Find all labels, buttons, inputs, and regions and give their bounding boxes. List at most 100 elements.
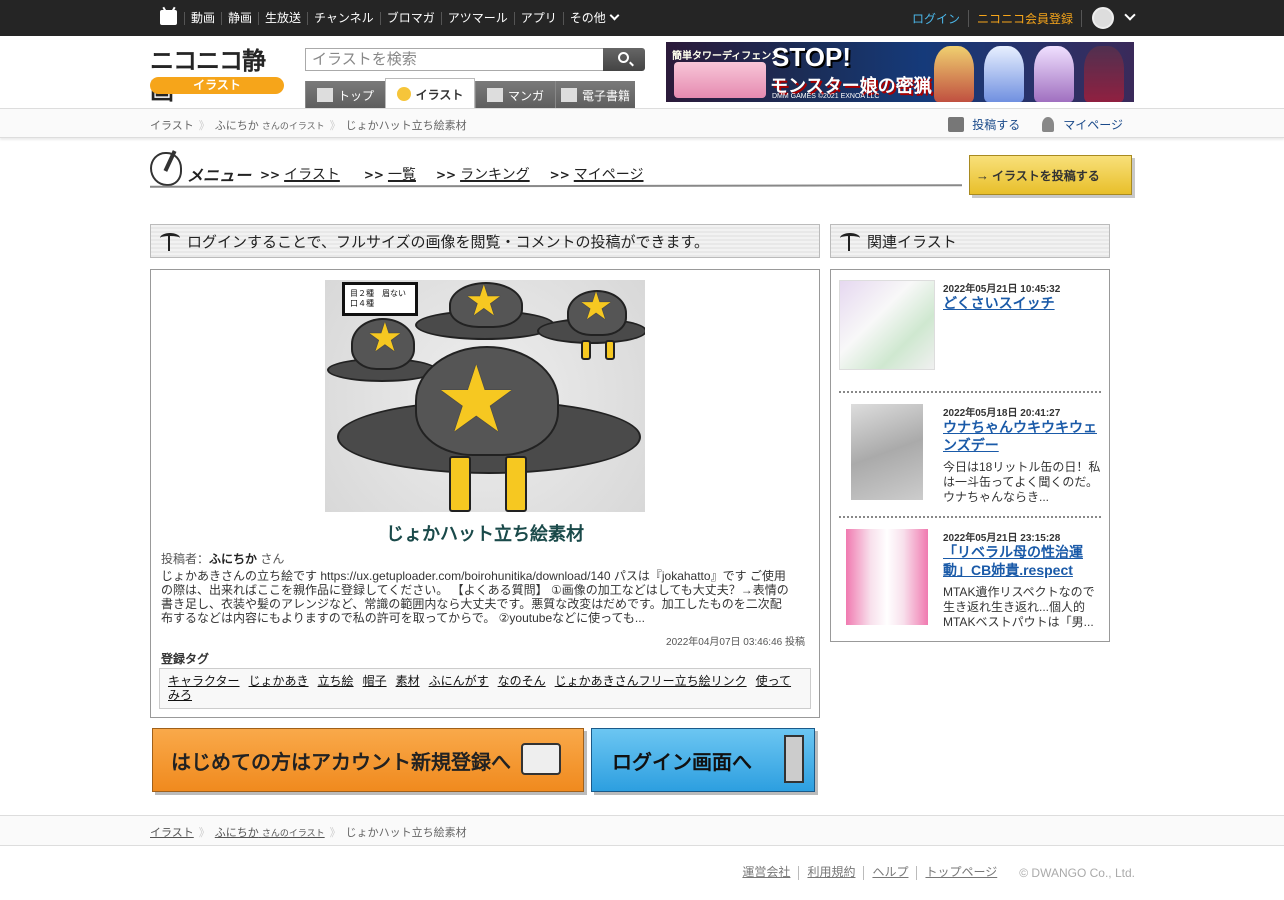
breadcrumb: イラスト 》 ふにちか さんのイラスト 》 じょかハット立ち絵素材 — [150, 117, 467, 133]
register-cta-label: はじめての方はアカウント新規登録へ — [171, 749, 511, 774]
global-nav-item-channel[interactable]: チャンネル — [307, 11, 380, 25]
star-icon: ★ — [367, 316, 403, 360]
register-link[interactable]: ニコニコ会員登録 — [969, 9, 1082, 27]
author-prefix: 投稿者： — [161, 552, 210, 566]
breadcrumb-user[interactable]: ふにちか さんのイラスト — [215, 117, 325, 133]
illust-title: じょかハット立ち絵素材 — [386, 524, 584, 544]
global-nav-item-blomaga[interactable]: ブロマガ — [379, 11, 441, 25]
account-chevron-down-icon[interactable] — [1124, 9, 1136, 21]
global-nav-item-video[interactable]: 動画 — [184, 11, 221, 25]
menu-links: >> イラスト >> 一覧 >> ランキング >> マイページ — [260, 164, 664, 184]
hat-leg — [505, 456, 527, 512]
ad-character — [1034, 46, 1074, 102]
related-thumbnail[interactable] — [846, 529, 928, 625]
tag-link[interactable]: ふにんがす — [429, 674, 489, 688]
menu-title: メニュー — [187, 166, 252, 185]
related-thumbnail[interactable] — [839, 280, 935, 370]
related-title[interactable]: ウナちゃんウキウキウェンズデー — [943, 418, 1103, 454]
tag-link[interactable]: キャラクター — [168, 674, 240, 688]
menu-arrow: >> — [435, 168, 457, 182]
menu-link-mypage[interactable]: >> マイページ — [550, 164, 644, 184]
tag-link[interactable]: 帽子 — [363, 674, 387, 688]
logo-text: ニコニコ静画 — [150, 47, 266, 105]
menu-link-label: マイページ — [573, 167, 644, 183]
register-cta-button[interactable]: はじめての方はアカウント新規登録へ — [152, 728, 584, 792]
tab-ebook[interactable]: 電子書籍 — [555, 81, 635, 109]
ad-line1: 簡単タワーディフェンス — [672, 51, 782, 62]
post-link[interactable]: 投稿する — [972, 116, 1020, 133]
breadcrumb-user[interactable]: ふにちか さんのイラスト — [215, 824, 325, 840]
ad-character — [934, 46, 974, 102]
tab-manga[interactable]: マンガ — [475, 81, 555, 109]
posted-timestamp: 2022年04月07日 03:46:46 投稿 — [666, 637, 805, 648]
related-item[interactable]: 2022年05月21日 10:45:32 どくさいスイッチ — [839, 280, 1101, 372]
related-title[interactable]: 「リベラル母の性治運動」CB姉貴.respect — [943, 543, 1103, 579]
footer-breadcrumb: イラスト 》 ふにちか さんのイラスト 》 じょかハット立ち絵素材 — [150, 824, 467, 840]
tag-link[interactable]: 素材 — [396, 674, 420, 688]
tag-link[interactable]: 立ち絵 — [318, 674, 354, 688]
logo-sub: イラスト — [150, 77, 284, 94]
search-box — [305, 48, 645, 71]
footer-link-terms[interactable]: 利用規約 — [799, 866, 865, 880]
related-item[interactable]: 2022年05月21日 23:15:28 「リベラル母の性治運動」CB姉貴.re… — [839, 529, 1101, 639]
illust-label-box: 目２種 眉ない 口４種 — [342, 282, 418, 316]
search-input[interactable] — [305, 48, 604, 71]
illust-label-line1: 目２種 眉ない — [350, 289, 406, 298]
mypage-link[interactable]: マイページ — [1063, 116, 1123, 133]
breadcrumb-user-name: ふにちか — [214, 827, 259, 839]
author-name[interactable]: ふにちか — [209, 552, 257, 566]
related-item[interactable]: 2022年05月18日 20:41:27 ウナちゃんウキウキウェンズデー 今日は… — [839, 404, 1101, 514]
menu-link-list[interactable]: >> 一覧 — [364, 164, 416, 184]
palette-icon — [150, 152, 182, 186]
related-heading: 関連イラスト — [830, 224, 1110, 258]
illust-image[interactable]: 目２種 眉ない 口４種 ★ ★ ★ ★ — [325, 280, 645, 512]
tag-link[interactable]: じょかあき — [249, 674, 309, 688]
global-nav-item-app[interactable]: アプリ — [513, 11, 563, 25]
breadcrumb-user-name: ふにちか — [214, 120, 259, 132]
tag-link[interactable]: なのそん — [498, 674, 546, 688]
star-icon: ★ — [579, 286, 614, 328]
ad-character — [984, 46, 1024, 102]
tag-link[interactable]: じょかあきさんフリー立ち絵リンク — [555, 674, 747, 688]
related-thumbnail[interactable] — [851, 404, 923, 500]
footer-link-company[interactable]: 運営会社 — [734, 866, 800, 880]
ad-character — [1084, 46, 1124, 102]
global-nav-item-live[interactable]: 生放送 — [258, 11, 307, 25]
global-nav-item-atsumaru[interactable]: アツマール — [440, 11, 514, 25]
login-cta-label: ログイン画面へ — [612, 749, 752, 774]
global-nav-item-other[interactable]: その他 — [562, 10, 624, 25]
chevron-down-icon — [609, 10, 620, 20]
site-logo[interactable]: ニコニコ静画 イラスト — [150, 46, 285, 105]
search-button[interactable] — [603, 48, 645, 71]
post-illust-button[interactable]: イラストを投稿する — [969, 155, 1132, 195]
illust-icon — [396, 87, 411, 101]
hat-leg — [605, 340, 615, 360]
related-title[interactable]: どくさいスイッチ — [943, 294, 1103, 312]
global-nav-other-label: その他 — [569, 10, 606, 25]
breadcrumb-current: じょかハット立ち絵素材 — [345, 827, 467, 839]
login-notice-text: ログインすることで、フルサイズの画像を閲覧・コメントの投稿ができます。 — [187, 232, 710, 251]
menu-link-label: ランキング — [460, 167, 530, 183]
global-nav: 動画 静画 生放送 チャンネル ブロマガ アツマール アプリ その他 — [184, 0, 624, 36]
illust-panel: 目２種 眉ない 口４種 ★ ★ ★ ★ じょかハット立ち絵素材 投稿者：ふにちか… — [150, 269, 820, 718]
menu-link-illust[interactable]: >> イラスト — [260, 164, 340, 184]
login-link[interactable]: ログイン — [912, 9, 969, 27]
tab-top[interactable]: トップ — [305, 81, 385, 109]
tab-ebook-label: 電子書籍 — [581, 88, 630, 103]
avatar[interactable] — [1092, 7, 1114, 29]
breadcrumb-root[interactable]: イラスト — [150, 117, 194, 133]
footer-link-top[interactable]: トップページ — [917, 866, 1005, 880]
menu-link-label: イラスト — [284, 167, 340, 183]
footer-link-help[interactable]: ヘルプ — [864, 866, 918, 880]
copyright: © DWANGO Co., Ltd. — [1019, 866, 1135, 880]
menu-link-ranking[interactable]: >> ランキング — [436, 164, 530, 184]
tab-illust[interactable]: イラスト — [385, 78, 475, 109]
ad-banner[interactable]: 簡単タワーディフェンス STOP! モンスター娘の密猟 DMM GAMES ©2… — [666, 42, 1134, 102]
menu-arrow: >> — [549, 168, 570, 182]
niconico-tv-icon[interactable] — [160, 10, 177, 25]
breadcrumb-bar: イラスト 》 ふにちか さんのイラスト 》 じょかハット立ち絵素材 投稿する マ… — [0, 108, 1284, 138]
login-cta-button[interactable]: ログイン画面へ — [591, 728, 815, 792]
breadcrumb-current: じょかハット立ち絵素材 — [345, 120, 467, 132]
global-nav-item-seiga[interactable]: 静画 — [221, 11, 258, 25]
breadcrumb-root[interactable]: イラスト — [150, 824, 194, 840]
